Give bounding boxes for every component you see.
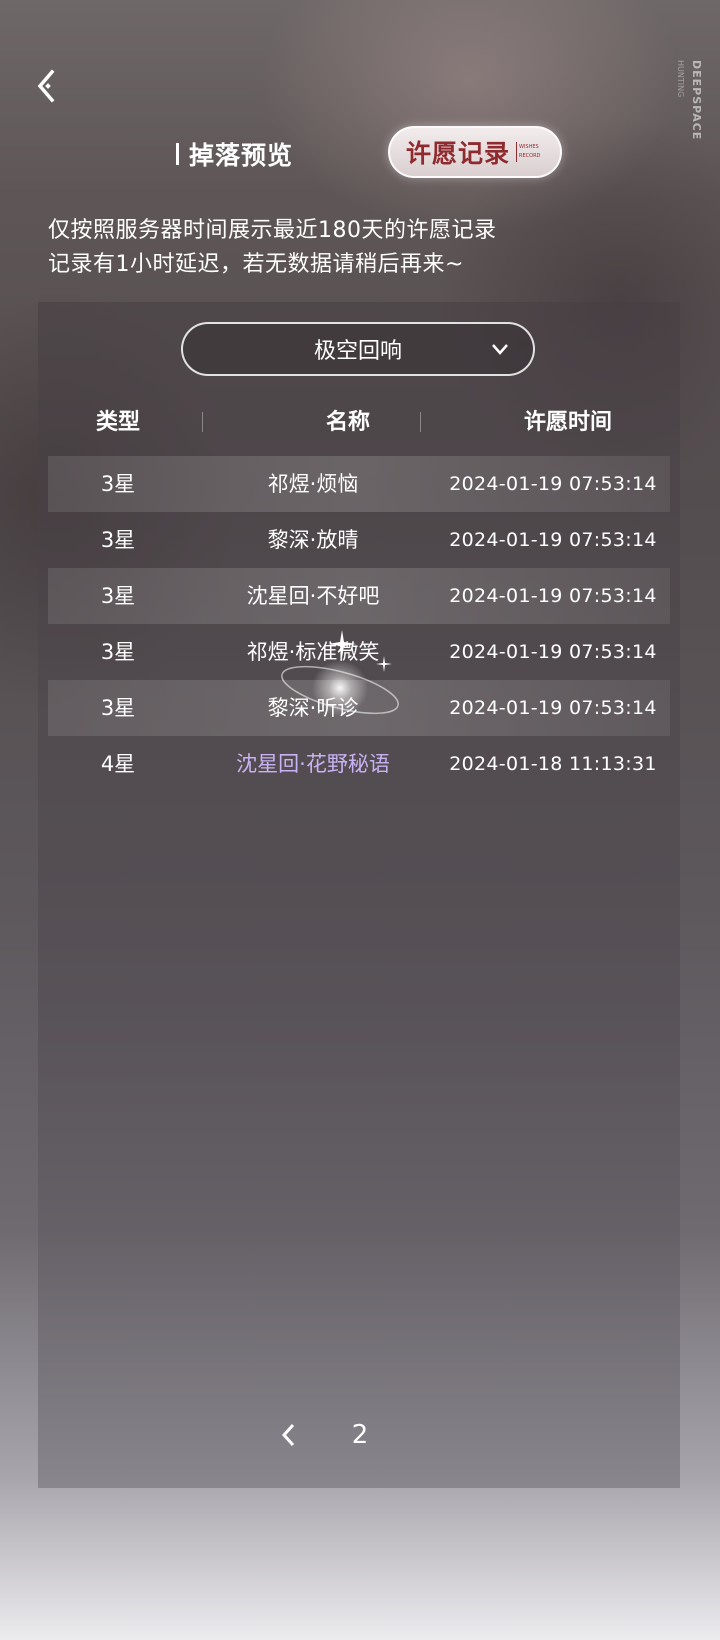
row-time: 2024-01-19 07:53:14 [449,473,657,495]
row-time: 2024-01-19 07:53:14 [449,641,657,663]
row-time: 2024-01-19 07:53:14 [449,529,657,551]
header-time: 许愿时间 [523,409,612,435]
row-type: 3星 [100,472,136,496]
brand-sub-text: HUNTING [676,60,685,98]
table-header: 类型 名称 许愿时间 [38,400,680,444]
back-button[interactable] [28,66,68,106]
tab-drop-preview[interactable]: 掉落预览 [176,136,293,172]
pool-select-value: 极空回响 [313,339,402,364]
row-type: 3星 [100,528,136,552]
tab-bar: 掉落预览 许愿记录 WISHES RECORD [0,126,720,182]
header-name: 名称 [325,409,370,435]
row-type: 3星 [100,640,136,664]
row-type: 3星 [100,696,136,720]
header-type: 类型 [95,409,140,435]
record-table-body: 3星 祁煜·烦恼 2024-01-19 07:53:14 3星 黎深·放晴 20… [48,456,670,792]
tab-divider [176,143,179,165]
row-time: 2024-01-19 07:53:14 [449,585,657,607]
back-arrow-icon [37,69,55,103]
row-time: 2024-01-19 07:53:14 [449,697,657,719]
notice-line-1: 仅按照服务器时间展示最近180天的许愿记录 [48,218,497,243]
tab-badge-line2: RECORD [519,153,541,159]
row-name: 黎深·听诊 [267,696,359,720]
row-name: 祁煜·烦恼 [267,472,359,496]
tab-wish-record[interactable]: 许愿记录 WISHES RECORD [388,126,562,178]
notice-text: 仅按照服务器时间展示最近180天的许愿记录 记录有1小时延迟，若无数据请稍后再来… [48,214,668,282]
pagination: 2 [0,1410,720,1460]
notice-line-2: 记录有1小时延迟，若无数据请稍后再来~ [48,252,464,277]
row-type: 4星 [100,752,136,776]
row-time: 2024-01-18 11:13:31 [449,753,657,775]
prev-page-button[interactable] [274,1420,304,1450]
tab-drop-preview-label: 掉落预览 [189,141,294,170]
pool-select-dropdown[interactable]: 极空回响 [181,322,535,376]
chevron-down-icon [492,344,508,355]
header-divider [420,412,421,432]
current-page-number: 2 [351,1420,369,1450]
table-row: 3星 沈星回·不好吧 2024-01-19 07:53:14 [48,568,670,624]
row-type: 3星 [100,584,136,608]
row-name: 祁煜·标准微笑 [246,640,380,664]
table-row: 3星 黎深·听诊 2024-01-19 07:53:14 [48,680,670,736]
row-name: 沈星回·不好吧 [246,584,380,608]
header-divider [202,412,203,432]
tab-wish-record-label: 许愿记录 [406,139,511,168]
row-name: 沈星回·花野秘语 [236,752,390,776]
row-name: 黎深·放晴 [267,528,359,552]
tab-badge-line1: WISHES [519,144,539,150]
table-row: 4星 沈星回·花野秘语 2024-01-18 11:13:31 [48,736,670,792]
table-row: 3星 黎深·放晴 2024-01-19 07:53:14 [48,512,670,568]
table-row: 3星 祁煜·烦恼 2024-01-19 07:53:14 [48,456,670,512]
table-row: 3星 祁煜·标准微笑 2024-01-19 07:53:14 [48,624,670,680]
tab-badge: WISHES RECORD [516,142,542,162]
